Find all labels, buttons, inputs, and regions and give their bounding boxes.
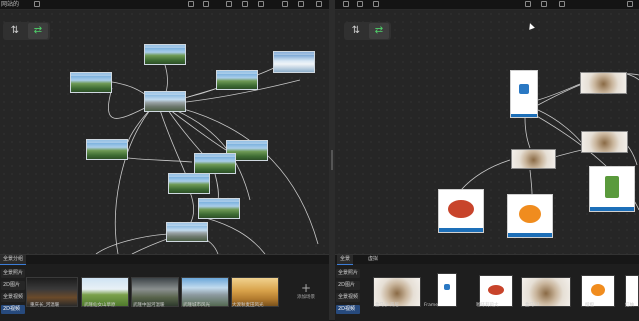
save-icon[interactable] — [203, 1, 209, 7]
settings-icon[interactable] — [316, 1, 322, 7]
left-mode-toggle: ⇅ ⇄ — [3, 22, 50, 40]
scene-node[interactable] — [198, 198, 240, 219]
scene-node[interactable] — [273, 51, 315, 73]
product-node[interactable] — [511, 149, 556, 169]
asset-thumb-label: 红柚 — [625, 303, 634, 308]
close-icon[interactable] — [627, 1, 633, 7]
left-toolbar: 网站的 — [0, 0, 329, 10]
horizontal-swap-icon[interactable]: ⇄ — [28, 23, 48, 39]
asset-thumb-label: 武隆仙女山草原 — [84, 303, 116, 308]
scene-node[interactable] — [144, 44, 186, 65]
layers-icon[interactable] — [34, 1, 40, 7]
scene-node[interactable] — [194, 153, 236, 174]
product-node[interactable] — [581, 131, 628, 153]
asset-thumb-label: 武隆中国河温暖 — [133, 303, 165, 308]
crop-icon[interactable] — [242, 1, 248, 7]
add-scene-label: 添加场景 — [297, 295, 315, 300]
settings-icon[interactable] — [559, 1, 565, 7]
layers-icon[interactable] — [373, 1, 379, 7]
cloud-icon[interactable] — [282, 1, 288, 7]
scene-node[interactable] — [216, 70, 258, 90]
asset-thumb-label: 橙橙 — [585, 303, 594, 308]
product-node[interactable] — [438, 189, 484, 233]
scene-node[interactable] — [70, 72, 112, 93]
category-2d-image[interactable]: 2D图片 — [336, 281, 360, 290]
asset-thumb-label: 武隆城市风光 — [183, 303, 210, 308]
category-panorama-photo[interactable]: 全景照片 — [336, 269, 360, 278]
vertical-swap-icon[interactable]: ⇅ — [346, 23, 366, 39]
horizontal-swap-icon[interactable]: ⇄ — [369, 23, 389, 39]
asset-thumb-label: Frame — [424, 303, 439, 308]
right-mode-toggle: ⇅ ⇄ — [344, 22, 391, 40]
tab-panorama-group[interactable]: 全景分组 — [0, 255, 27, 265]
category-2d-video[interactable]: 2D视频 — [336, 305, 360, 314]
asset-thumb-label: 盒马小 海尼 — [375, 303, 399, 308]
category-panorama-video[interactable]: 全景视频 — [336, 293, 360, 302]
image-icon[interactable] — [226, 1, 232, 7]
product-node[interactable] — [580, 72, 627, 94]
right-asset-panel: 全景 虚拟 全景照片 2D图片 全景视频 2D视频 盒马小 海尼 Frame 咖… — [335, 254, 639, 321]
left-scene-canvas[interactable]: ⇅ ⇄ — [0, 10, 329, 254]
left-asset-panel: 全景分组 全景照片 2D图片 全景视频 2D视频 重庆长_河温暖 武隆仙女山草原… — [0, 254, 329, 321]
tab-panorama[interactable]: 全景 — [337, 255, 354, 265]
divider-grip[interactable] — [331, 150, 333, 170]
category-2d-video[interactable]: 2D视频 — [1, 305, 25, 314]
product-node[interactable] — [507, 194, 553, 238]
plus-icon: + — [300, 281, 312, 295]
scene-node[interactable] — [144, 91, 186, 112]
save-alt-icon[interactable] — [541, 1, 547, 7]
app-logo: 网站的 — [1, 1, 20, 8]
product-node[interactable] — [510, 70, 538, 118]
right-toolbar — [335, 0, 639, 10]
product-node[interactable] — [589, 166, 635, 212]
category-panorama-photo[interactable]: 全景照片 — [1, 269, 25, 278]
image-icon[interactable] — [525, 1, 531, 7]
asset-thumb[interactable] — [437, 273, 457, 307]
add-scene-button[interactable]: + 添加场景 — [295, 281, 317, 301]
right-panel-tabbar: 全景 虚拟 — [335, 255, 639, 265]
scene-node[interactable] — [166, 222, 208, 242]
category-2d-image[interactable]: 2D图片 — [1, 281, 25, 290]
save-icon[interactable] — [357, 1, 363, 7]
scene-node[interactable] — [168, 173, 210, 194]
right-scene-canvas[interactable]: ⇅ ⇄ — [335, 10, 639, 254]
asset-thumb-label: 重庆长_河温暖 — [30, 303, 60, 308]
tab-virtual[interactable]: 虚拟 — [365, 255, 381, 264]
info-icon[interactable] — [258, 1, 264, 7]
category-panorama-video[interactable]: 全景视频 — [1, 293, 25, 302]
left-panel-tabbar: 全景分组 — [0, 255, 329, 265]
asset-thumb-label: 盒马21 — [525, 303, 540, 308]
vertical-swap-icon[interactable]: ⇅ — [5, 23, 25, 39]
asset-thumb-label: 咖啡莉莉大 — [476, 303, 499, 308]
scene-node[interactable] — [86, 139, 128, 160]
asset-thumb-label: 大渡秋麦田风光 — [232, 303, 264, 308]
upload-icon[interactable] — [298, 1, 304, 7]
grid-icon[interactable] — [343, 1, 349, 7]
grid-icon[interactable] — [188, 1, 194, 7]
